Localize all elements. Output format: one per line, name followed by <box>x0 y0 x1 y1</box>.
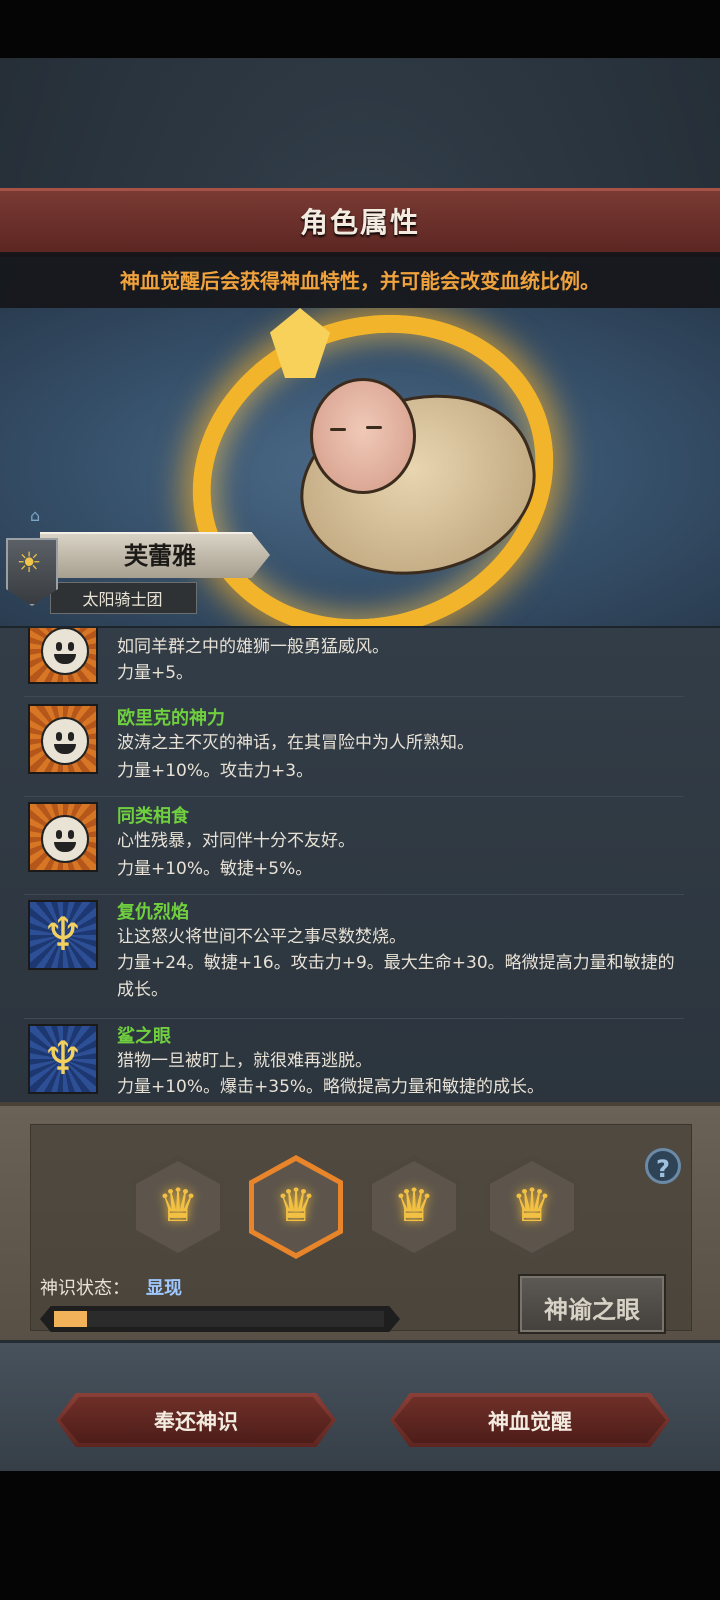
trait-list[interactable]: 如同羊群之中的雄狮一般勇猛威风。 力量+5。 欧里克的神力 波涛之主不灭的神话，… <box>0 628 720 1102</box>
trait-desc: 波涛之主不灭的神话，在其冒险中为人所熟知。 <box>117 733 474 753</box>
page-title: 角色属性 <box>299 206 420 239</box>
trait-name: 复仇烈焰 <box>117 902 189 923</box>
baby-head-icon <box>310 378 416 494</box>
trait-stats: 力量+5。 <box>117 663 194 683</box>
divine-crown-icon: ♛ <box>275 1178 317 1232</box>
trait-desc: 心性残暴，对同伴十分不友好。 <box>117 831 355 851</box>
trait-name: 鲨之眼 <box>117 1026 171 1047</box>
smile-icon <box>28 802 98 872</box>
trait-name: 同类相食 <box>117 806 189 827</box>
character-name: 芙蕾雅 <box>124 542 196 570</box>
progress-bar-fill <box>54 1311 87 1327</box>
axe-icon: ♆ <box>28 1024 98 1094</box>
divine-crown-icon: ♛ <box>393 1178 435 1232</box>
trait-desc: 猎物一旦被盯上，就很难再逃脱。 <box>117 1051 372 1071</box>
progress-bar-track <box>54 1311 384 1327</box>
list-item: 如同羊群之中的雄狮一般勇猛威风。 力量+5。 <box>24 628 684 697</box>
baby-eye-icon <box>366 426 382 429</box>
blood-awaken-label: 神血觉醒 <box>488 1410 572 1434</box>
return-divine-button[interactable]: 奉还神识 <box>56 1393 336 1447</box>
title-bar: 角色属性 <box>0 188 720 253</box>
baby-eye-icon <box>330 428 346 431</box>
divine-crown-icon: ♛ <box>157 1178 199 1232</box>
trait-stats: 力量+24。敏捷+16。攻击力+9。最大生命+30。略微提高力量和敏捷的成长。 <box>117 953 675 1000</box>
return-divine-label: 奉还神识 <box>154 1410 238 1434</box>
status-label: 神识状态： <box>40 1278 130 1299</box>
awaken-slot-3[interactable]: ♛ <box>367 1155 461 1259</box>
status-bar-area <box>0 0 720 58</box>
awaken-slot-1[interactable]: ♛ <box>131 1155 225 1259</box>
list-item: 同类相食 心性残暴，对同伴十分不友好。 力量+10%。敏捷+5%。 <box>24 798 684 895</box>
trait-stats: 力量+10%。敏捷+5%。 <box>117 859 313 879</box>
trait-name: 欧里克的神力 <box>117 708 225 729</box>
nav-bar-area <box>0 1468 720 1600</box>
blood-awaken-button[interactable]: 神血觉醒 <box>390 1393 670 1447</box>
axe-icon: ♆ <box>28 900 98 970</box>
help-icon[interactable]: ? <box>645 1148 681 1184</box>
awaken-slot-2[interactable]: ♛ <box>249 1155 343 1259</box>
list-item: ♆ 鲨之眼 猎物一旦被盯上，就很难再逃脱。 力量+10%。爆击+35%。略微提高… <box>24 1020 684 1102</box>
sun-icon: ☀ <box>16 546 42 579</box>
smile-icon <box>28 704 98 774</box>
list-item: ♆ 复仇烈焰 让这怒火将世间不公平之事尽数焚烧。 力量+24。敏捷+16。攻击力… <box>24 894 684 1019</box>
trait-desc: 如同羊群之中的雄狮一般勇猛威风。 <box>117 637 389 657</box>
oracle-eye-button[interactable]: 神谕之眼 <box>518 1274 666 1334</box>
trait-stats: 力量+10%。攻击力+3。 <box>117 761 314 781</box>
smile-icon <box>28 628 98 684</box>
oracle-eye-label: 神谕之眼 <box>544 1296 640 1324</box>
page-subtitle: 神血觉醒后会获得神血特性，并可能会改变血统比例。 <box>120 269 600 293</box>
trait-stats: 力量+10%。爆击+35%。略微提高力量和敏捷的成长。 <box>117 1077 545 1097</box>
status-value: 显现 <box>146 1278 182 1299</box>
list-item: 欧里克的神力 波涛之主不灭的神话，在其冒险中为人所熟知。 力量+10%。攻击力+… <box>24 700 684 797</box>
divine-crown-icon: ♛ <box>511 1178 553 1232</box>
home-icon[interactable]: ⌂ <box>30 508 48 524</box>
subtitle-bar: 神血觉醒后会获得神血特性，并可能会改变血统比例。 <box>0 252 720 308</box>
character-guild: 太阳骑士团 <box>82 590 163 609</box>
trait-desc: 让这怒火将世间不公平之事尽数焚烧。 <box>117 927 406 947</box>
awaken-slot-4[interactable]: ♛ <box>485 1155 579 1259</box>
